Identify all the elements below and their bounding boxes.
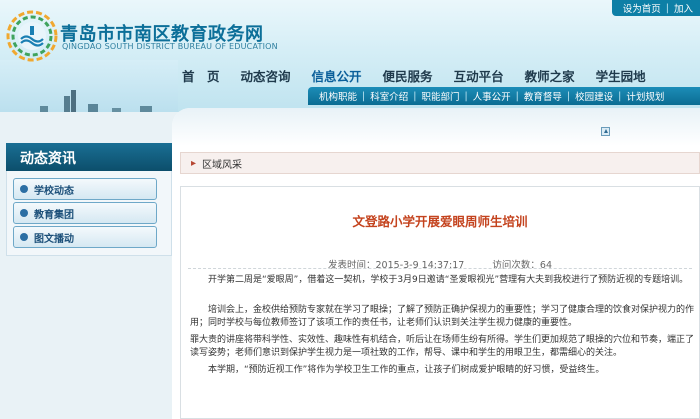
subnav-item-planning[interactable]: 计划规划 <box>621 89 669 103</box>
bullet-icon <box>20 209 28 217</box>
meta-time: 2015-3-9 14:37:17 <box>375 260 465 271</box>
article-paragraph: 罪大责的讲座将带科学性、实效性、趣味性有机结合，听后让在场师生纷有所得。学生们更… <box>190 335 695 358</box>
sidebar-item-label: 学校动态 <box>34 185 74 197</box>
sidebar-item-edu-group[interactable]: 教育集团 <box>13 202 157 224</box>
top-links: 设为首页 | 加入 <box>611 0 700 16</box>
city-skyline-banner <box>0 60 178 112</box>
breadcrumb-label[interactable]: 区域风采 <box>202 156 242 171</box>
article-paragraph: 开学第二周是“爱眼周”，借着这一契机，学校于3月9日邀请“圣爱眼视光”营理有大夫… <box>208 275 689 285</box>
top-link-divider: | <box>665 2 669 14</box>
nav-interaction[interactable]: 互动平台 <box>454 66 504 85</box>
sidebar-item-label: 教育集团 <box>34 209 74 221</box>
article-paragraph: 培训会上，金校供给预防专家就在学习了眼操；了解了预防正确护保视力的重要性；学习了… <box>190 305 695 328</box>
set-homepage-link[interactable]: 设为首页 <box>620 1 664 15</box>
subnav-item-functions[interactable]: 机构职能 <box>314 89 362 103</box>
article-paragraph: 本学期，“预防近视工作”将作为学校卫生工作的重点，让孩子们树成爱护眼睛的好习惯，… <box>208 365 605 375</box>
add-favorite-link[interactable]: 加入 <box>671 1 696 15</box>
divider <box>188 268 692 269</box>
sidebar-item-label: 图文播动 <box>34 233 74 245</box>
logo[interactable] <box>4 8 60 64</box>
site-subtitle: QINGDAO SOUTH DISTRICT BUREAU OF EDUCATI… <box>62 42 278 51</box>
nav-news[interactable]: 动态咨询 <box>241 66 291 85</box>
nav-home[interactable]: 首 页 <box>182 66 220 85</box>
sub-nav: 机构职能 | 科室介绍 | 职能部门 | 人事公开 | 教育督导 | 校园建设 … <box>308 87 700 105</box>
collapse-icon[interactable] <box>601 127 610 136</box>
main-nav: 首 页 动态咨询 信息公开 便民服务 互动平台 教师之家 学生园地 <box>170 64 700 86</box>
subnav-item-campus[interactable]: 校园建设 <box>570 89 618 103</box>
meta-views-label: 访问次数： <box>492 260 540 271</box>
sidebar-title: 动态资讯 <box>6 143 172 171</box>
subnav-item-supervision[interactable]: 教育督导 <box>519 89 567 103</box>
breadcrumb-marker-icon: ▸ <box>191 157 197 169</box>
breadcrumb: ▸ 区域风采 <box>180 152 700 174</box>
sidebar-item-school-news[interactable]: 学校动态 <box>13 178 157 200</box>
bureau-logo-icon <box>6 10 58 62</box>
nav-services[interactable]: 便民服务 <box>383 66 433 85</box>
article-title: 文登路小学开展爱眼周师生培训 <box>352 214 528 229</box>
bullet-icon <box>20 233 28 241</box>
site-header: 青岛市市南区教育政务网 QINGDAO SOUTH DISTRICT BUREA… <box>0 0 700 112</box>
bullet-icon <box>20 185 28 193</box>
main-top-strip <box>172 108 700 146</box>
subnav-item-personnel[interactable]: 人事公开 <box>468 89 516 103</box>
subnav-item-units[interactable]: 职能部门 <box>416 89 464 103</box>
nav-students[interactable]: 学生园地 <box>596 66 646 85</box>
nav-info-public[interactable]: 信息公开 <box>312 66 362 85</box>
meta-views: 64 <box>539 260 552 271</box>
sidebar-item-photo-news[interactable]: 图文播动 <box>13 226 157 248</box>
subnav-item-departments[interactable]: 科室介绍 <box>365 89 413 103</box>
nav-teachers[interactable]: 教师之家 <box>525 66 575 85</box>
meta-time-label: 发表时间： <box>328 260 376 271</box>
